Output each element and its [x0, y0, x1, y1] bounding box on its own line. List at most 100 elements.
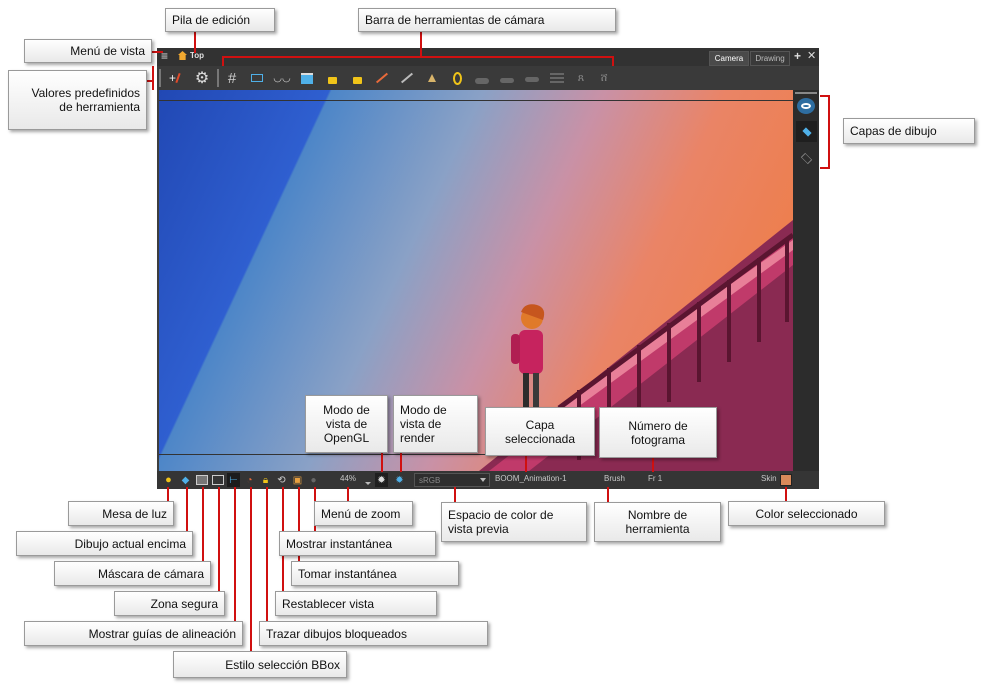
callout-zona-segura-text: Zona segura: [150, 596, 218, 611]
callout-modo-opengl: Modo de vista de OpenGL: [305, 395, 388, 453]
leader-opengl: [381, 453, 383, 472]
lock-all-icon[interactable]: [348, 69, 366, 87]
callout-mesa-luz: Mesa de luz: [68, 501, 174, 526]
close-view-icon[interactable]: ✕: [807, 49, 816, 62]
rightbar-handle[interactable]: [795, 92, 817, 94]
callout-estilo-bbox-text: Estilo selección BBox: [225, 657, 340, 672]
callout-dibujo-encima: Dibujo actual encima: [16, 531, 193, 556]
leader-capa-sel: [525, 456, 527, 472]
leader-bbox: [250, 487, 252, 663]
underlay-layer-icon[interactable]: [796, 121, 817, 142]
callout-dibujo-encima-text: Dibujo actual encima: [74, 536, 186, 551]
callout-pila-edicion-text: Pila de edición: [172, 13, 251, 27]
selected-color-swatch[interactable]: [780, 474, 792, 486]
callout-capas-dibujo-text: Capas de dibujo: [850, 124, 937, 138]
grid-icon[interactable]: #: [223, 69, 241, 87]
callout-menu-vista-text: Menú de vista: [70, 44, 145, 58]
bones-icon[interactable]: ሸ: [595, 69, 613, 87]
drawing-layers-bar: [793, 90, 819, 471]
leader-capas-top: [820, 95, 830, 97]
reset-view-icon[interactable]: ⟲: [275, 473, 288, 487]
leader-trazar: [266, 487, 268, 633]
onion-skin-icon[interactable]: ◡◡: [273, 69, 291, 87]
light-table-icon[interactable]: ●: [162, 473, 175, 487]
ruler-alt-icon[interactable]: [398, 69, 416, 87]
leader-barra-right: [612, 56, 614, 66]
callout-trazar-bloqueados-text: Trazar dibujos bloqueados: [266, 626, 407, 641]
callout-trazar-bloqueados: Trazar dibujos bloqueados: [259, 621, 488, 646]
callout-mascara-camara: Máscara de cámara: [54, 561, 211, 586]
tab-drawing[interactable]: Drawing: [750, 51, 790, 66]
tab-camera[interactable]: Camera: [709, 51, 749, 66]
overlay-layer-icon[interactable]: [797, 150, 815, 166]
callout-tomar-instantanea: Tomar instantánea: [291, 561, 459, 586]
lock-icon[interactable]: [323, 69, 341, 87]
gear-icon[interactable]: ⚙: [193, 69, 211, 87]
callout-barra-camara: Barra de herramientas de cámara: [358, 8, 616, 32]
tab-drawing-label: Drawing: [755, 54, 785, 63]
leader-barra-top: [222, 56, 614, 58]
current-drawing-on-top-icon[interactable]: ◆: [179, 473, 192, 487]
callout-tomar-instantanea-text: Tomar instantánea: [298, 566, 397, 581]
color-space-arrow-icon: [480, 478, 486, 482]
leader-capas-bot: [820, 167, 830, 169]
toolbar-handle-right[interactable]: [217, 69, 219, 87]
side-view-icon[interactable]: [498, 69, 516, 87]
callout-guias-alineacion-text: Mostrar guías de alineación: [88, 626, 236, 641]
callout-restablecer-vista: Restablecer vista: [275, 591, 437, 616]
leader-presets-h: [146, 80, 154, 82]
camera-mask-icon[interactable]: [195, 473, 208, 487]
callout-modo-opengl-text: Modo de vista de OpenGL: [323, 403, 370, 445]
callout-guias-alineacion: Mostrar guías de alineación: [24, 621, 243, 646]
zoom-menu[interactable]: 44%: [340, 474, 356, 483]
edit-stack-breadcrumb[interactable]: Top: [190, 51, 204, 60]
callout-valores-predefinidos-text: Valores predefinidos de herramienta: [31, 86, 140, 114]
callout-modo-render: Modo de vista de render: [393, 395, 478, 453]
front-view-icon[interactable]: [473, 69, 491, 87]
callout-valores-predefinidos: Valores predefinidos de herramienta: [8, 70, 147, 130]
show-alignment-guides-icon[interactable]: ⊢: [227, 473, 240, 487]
egg-icon[interactable]: [448, 69, 466, 87]
callout-capa-seleccionada: Capa seleccionada: [485, 407, 595, 456]
stack-icon[interactable]: [548, 69, 566, 87]
opengl-view-mode-icon[interactable]: ✹: [375, 473, 388, 487]
bbox-selection-style-icon[interactable]: ◔: [243, 473, 256, 487]
callout-mesa-luz-text: Mesa de luz: [102, 506, 167, 521]
callout-nombre-herramienta-text: Nombre de herramienta: [625, 508, 690, 536]
ruler-icon[interactable]: [373, 69, 391, 87]
leader-herramienta: [607, 487, 609, 502]
leader-presets: [152, 66, 154, 90]
take-snapshot-icon[interactable]: ▣: [291, 473, 304, 487]
leader-zona: [218, 487, 220, 603]
top-view-icon[interactable]: [523, 69, 541, 87]
leader-fotograma: [652, 458, 654, 472]
callout-mascara-camara-text: Máscara de cámara: [97, 566, 204, 581]
status-bar: ● ◆ ⊢ ◔ 🔒︎ ⟲ ▣ ● 44% ✹ ✹ sRGB BOOM_Anima…: [157, 471, 819, 489]
field-chart-icon[interactable]: [248, 69, 266, 87]
callout-menu-vista: Menú de vista: [24, 39, 152, 63]
toolbar-handle-left[interactable]: [159, 69, 161, 87]
callout-color-seleccionado-text: Color seleccionado: [755, 506, 858, 521]
eye-icon[interactable]: [797, 98, 815, 114]
trace-locked-drawings-icon[interactable]: 🔒︎: [259, 473, 272, 487]
color-space-dropdown[interactable]: sRGB: [414, 473, 490, 487]
light-icon[interactable]: [423, 69, 441, 87]
callout-menu-zoom-text: Menú de zoom: [321, 506, 401, 521]
pegs-icon[interactable]: ጸ: [572, 69, 590, 87]
home-icon: [178, 51, 187, 60]
color-name: Skin: [761, 474, 777, 483]
color-space-value: sRGB: [419, 476, 441, 485]
callout-color-seleccionado: Color seleccionado: [728, 501, 885, 526]
safe-area-icon[interactable]: [211, 473, 224, 487]
add-preset-icon[interactable]: +: [165, 69, 183, 87]
callout-mostrar-instantanea-text: Mostrar instantánea: [286, 536, 393, 551]
tool-name: Brush: [604, 474, 625, 483]
callout-mostrar-instantanea: Mostrar instantánea: [279, 531, 436, 556]
callout-barra-camara-text: Barra de herramientas de cámara: [365, 13, 545, 27]
tracing-icon[interactable]: [298, 69, 316, 87]
render-view-mode-icon[interactable]: ✹: [393, 473, 406, 487]
leader-guias: [234, 487, 236, 633]
zoom-menu-arrow-icon[interactable]: [365, 482, 371, 485]
show-snapshot-icon[interactable]: ●: [307, 473, 320, 487]
add-view-icon[interactable]: +: [794, 49, 801, 63]
